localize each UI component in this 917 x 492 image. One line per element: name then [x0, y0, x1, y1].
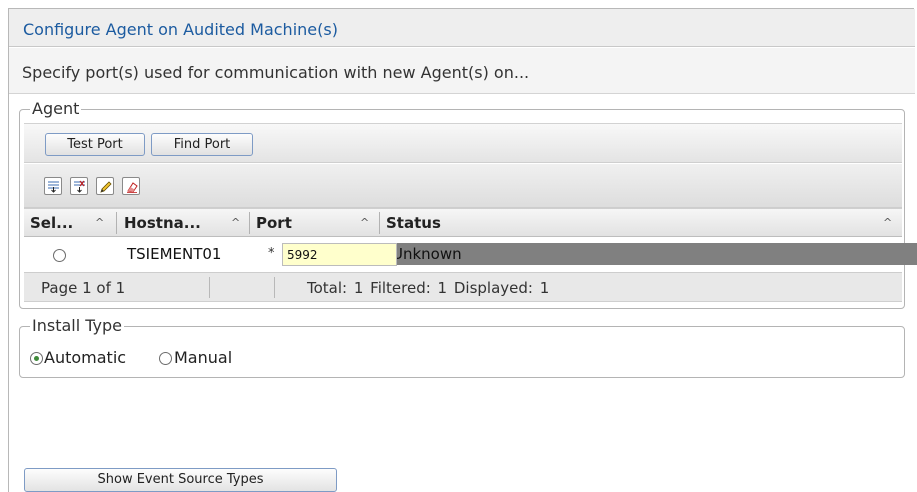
select-all-icon[interactable] [44, 177, 62, 195]
sort-icon[interactable]: ^ [95, 209, 104, 237]
column-header-hostname[interactable]: Hostna... ^ [124, 209, 254, 237]
install-automatic-label[interactable]: Automatic [44, 348, 126, 367]
column-header-status[interactable]: Status ^ [386, 209, 896, 237]
agent-legend: Agent [32, 99, 80, 118]
deselect-all-icon[interactable] [70, 177, 88, 195]
status-cell: Unknown [388, 243, 917, 265]
install-type-group: Install Type [19, 318, 905, 378]
column-header-hostname-label: Hostna... [124, 214, 201, 232]
install-type-legend: Install Type [32, 316, 122, 335]
dialog-subtitle: Specify port(s) used for communication w… [22, 63, 530, 82]
grid-stats: Total: 1 Filtered: 1 Displayed: 1 [307, 279, 550, 297]
find-port-button[interactable]: Find Port [151, 133, 253, 156]
column-header-port[interactable]: Port ^ [256, 209, 381, 237]
dialog-title: Configure Agent on Audited Machine(s) [23, 20, 338, 39]
required-marker: * [268, 246, 275, 261]
show-event-source-types-button[interactable]: Show Event Source Types [24, 468, 337, 492]
grid-header: Sel... ^ Hostna... ^ Port ^ Status ^ [24, 208, 902, 237]
sort-icon[interactable]: ^ [360, 209, 369, 237]
column-header-select[interactable]: Sel... ^ [30, 209, 120, 237]
column-header-select-label: Sel... [30, 214, 74, 232]
grid-footer: Page 1 of 1 Total: 1 Filtered: 1 Display… [24, 272, 902, 302]
column-separator[interactable] [249, 212, 250, 234]
column-header-port-label: Port [256, 214, 292, 232]
install-automatic-radio[interactable] [30, 352, 43, 365]
clear-icon[interactable] [122, 177, 140, 195]
test-port-button[interactable]: Test Port [45, 133, 145, 156]
dialog-frame: Configure Agent on Audited Machine(s) Sp… [8, 8, 917, 492]
sort-icon[interactable]: ^ [883, 209, 892, 237]
port-input[interactable] [282, 243, 397, 266]
title-bar: Configure Agent on Audited Machine(s) [9, 9, 915, 47]
column-separator[interactable] [116, 212, 117, 234]
table-row[interactable]: TSIEMENT01 * Unknown [24, 238, 917, 272]
row-select-radio[interactable] [53, 249, 66, 262]
footer-separator [274, 277, 275, 298]
footer-separator [209, 277, 210, 298]
install-manual-radio[interactable] [159, 352, 172, 365]
subtitle-bar: Specify port(s) used for communication w… [9, 48, 915, 94]
grid-toolbar [24, 164, 902, 208]
column-header-status-label: Status [386, 214, 441, 232]
column-separator[interactable] [379, 212, 380, 234]
sort-icon[interactable]: ^ [231, 209, 240, 237]
page-indicator: Page 1 of 1 [41, 279, 126, 297]
install-manual-label[interactable]: Manual [174, 348, 232, 367]
agent-button-bar: Test Port Find Port [24, 123, 902, 163]
edit-icon[interactable] [96, 177, 114, 195]
hostname-cell: TSIEMENT01 [127, 245, 222, 263]
